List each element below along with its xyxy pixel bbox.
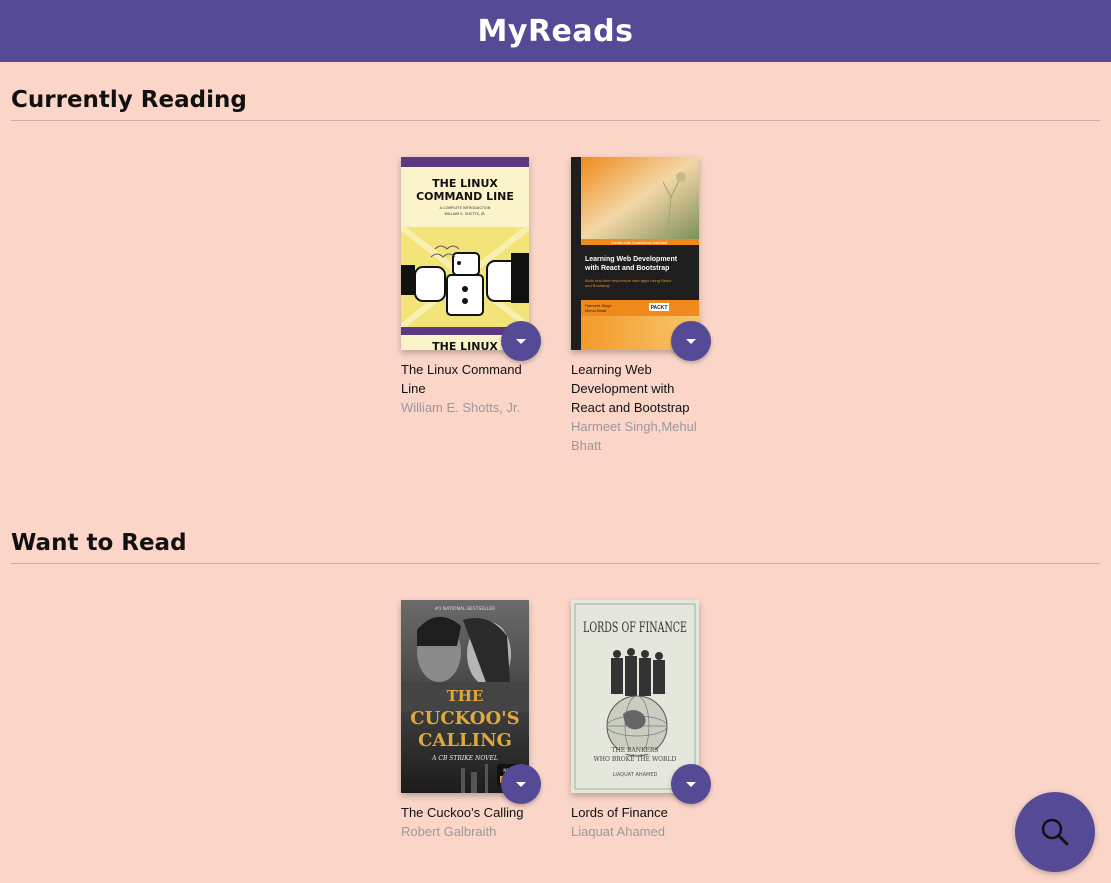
app-title: MyReads [477, 13, 634, 49]
book-title: Lords of Finance Liaquat Ahamed [571, 803, 711, 841]
svg-text:Mehul Bhatt: Mehul Bhatt [585, 308, 607, 313]
shelf-want-to-read: Want to Read #1 NATIONAL BESTSELLER THE … [11, 523, 1100, 839]
svg-text:and Bootstrap: and Bootstrap [585, 283, 611, 288]
book-authors: William E. Shotts, Jr. [401, 400, 521, 415]
search-icon [1041, 818, 1069, 846]
search-button[interactable] [1015, 792, 1095, 872]
svg-text:THE: THE [447, 687, 484, 705]
svg-text:LIAQUAT AHAMED: LIAQUAT AHAMED [613, 772, 658, 778]
shelf-changer-button[interactable] [671, 321, 711, 361]
book-title: The Cuckoo's Calling Robert Galbraith [401, 803, 541, 841]
shelf-title: Currently Reading [11, 80, 1100, 121]
react-cover-art: Community Experience Distilled Learning … [571, 157, 699, 350]
book-authors: Robert Galbraith [401, 824, 497, 839]
shelf-title: Want to Read [11, 523, 1100, 564]
book-authors: Liaquat Ahamed [571, 824, 665, 839]
app-header: MyReads [0, 0, 1111, 62]
svg-text:THE BANKERS: THE BANKERS [611, 747, 658, 754]
svg-text:Learning Web Development: Learning Web Development [585, 256, 678, 263]
book-authors: Harmeet Singh,Mehul Bhatt [571, 419, 697, 453]
shelf-changer-button[interactable] [671, 764, 711, 804]
book-cover[interactable]: #1 NATIONAL BESTSELLER THE CUCKOO'S CALL… [401, 600, 529, 793]
svg-text:Community Experience Distilled: Community Experience Distilled [611, 241, 667, 245]
book-title: The Linux Command Line William E. Shotts… [401, 360, 541, 417]
svg-text:CALLING: CALLING [418, 730, 512, 751]
triangle-down-icon [516, 338, 526, 344]
triangle-down-icon [686, 338, 696, 344]
book-cover[interactable]: LORDS OF FINANCE THE BANKERS WHO BROKE T… [571, 600, 699, 793]
book-title-text: The Cuckoo's Calling [401, 805, 524, 820]
svg-text:WHO BROKE THE WORLD: WHO BROKE THE WORLD [594, 756, 677, 763]
svg-text:LORDS OF FINANCE: LORDS OF FINANCE [583, 620, 687, 636]
svg-text:PACKT: PACKT [651, 305, 668, 311]
svg-text:with React and Bootstrap: with React and Bootstrap [584, 265, 669, 272]
svg-text:#1 NATIONAL BESTSELLER: #1 NATIONAL BESTSELLER [435, 606, 495, 612]
svg-text:COMMAND LINE: COMMAND LINE [416, 190, 514, 203]
triangle-down-icon [516, 781, 526, 787]
svg-text:THE LINUX: THE LINUX [432, 340, 498, 350]
book-title-text: Learning Web Development with React and … [571, 362, 690, 415]
svg-text:A COMPLETE INTRODUCTION: A COMPLETE INTRODUCTION [440, 206, 491, 210]
shelf-changer-button[interactable] [501, 764, 541, 804]
linux-cover-art: THE LINUX COMMAND LINE A COMPLETE INTROD… [401, 157, 529, 350]
cuckoo-cover-art: #1 NATIONAL BESTSELLER THE CUCKOO'S CALL… [401, 600, 529, 793]
svg-text:THE LINUX: THE LINUX [432, 177, 498, 190]
svg-text:WILLIAM E. SHOTTS, JR.: WILLIAM E. SHOTTS, JR. [444, 212, 485, 216]
shelf-currently-reading: Currently Reading THE LINUX COMMAND LINE… [11, 80, 1100, 453]
svg-text:CUCKOO'S: CUCKOO'S [410, 708, 519, 729]
triangle-down-icon [686, 781, 696, 787]
book-cover[interactable]: Community Experience Distilled Learning … [571, 157, 699, 350]
shelf-changer-button[interactable] [501, 321, 541, 361]
book-title-text: The Linux Command Line [401, 362, 522, 396]
svg-text:A CB STRIKE NOVEL: A CB STRIKE NOVEL [431, 755, 498, 762]
book-title-text: Lords of Finance [571, 805, 668, 820]
lords-cover-art: LORDS OF FINANCE THE BANKERS WHO BROKE T… [571, 600, 699, 793]
book-title: Learning Web Development with React and … [571, 360, 711, 455]
book-cover[interactable]: THE LINUX COMMAND LINE A COMPLETE INTROD… [401, 157, 529, 350]
